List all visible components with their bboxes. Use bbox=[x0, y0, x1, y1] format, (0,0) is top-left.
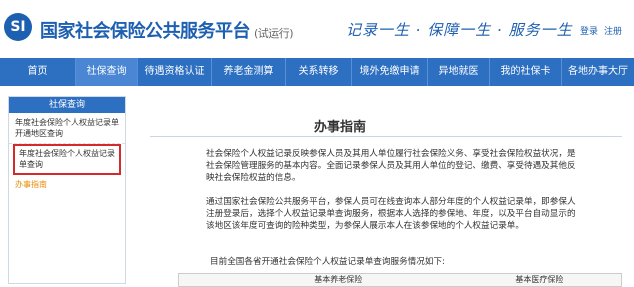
table-header: 基本养老保险 基本医疗保险 bbox=[178, 273, 622, 287]
table-header-cell bbox=[418, 274, 458, 286]
site-title-text: 国家社会保险公共服务平台 bbox=[40, 21, 251, 42]
nav-item-qualification[interactable]: 待遇资格认证 bbox=[138, 58, 212, 86]
site-header: SI 国家社会保险公共服务平台 (试运行) 记录一生 · 保障一生 · 服务一生 … bbox=[0, 0, 634, 58]
nav-item-service-hall[interactable]: 各地办事大厅 bbox=[562, 58, 634, 86]
nav-item-pension-calc[interactable]: 养老金测算 bbox=[212, 58, 286, 86]
trial-label: (试运行) bbox=[254, 27, 294, 40]
top-links: 登录 注册 bbox=[580, 24, 628, 37]
nav-item-overseas[interactable]: 境外免缴申请 bbox=[352, 58, 428, 86]
nav-item-transfer[interactable]: 关系转移 bbox=[286, 58, 352, 86]
paragraph-intro: 社会保险个人权益记录反映参保人员及其用人单位履行社会保险义务、享受社会保险权益状… bbox=[206, 149, 576, 183]
nav-item-social-query[interactable]: 社保查询 bbox=[76, 58, 138, 86]
table-header-cell bbox=[179, 274, 259, 286]
sidebar-item-record-query[interactable]: 年度社会保险个人权益记录单查询 bbox=[13, 144, 121, 175]
main-nav: 首页 社保查询 待遇资格认证 养老金测算 关系转移 境外免缴申请 异地就医 我的… bbox=[0, 58, 634, 86]
nav-item-my-card[interactable]: 我的社保卡 bbox=[490, 58, 562, 86]
table-header-pension: 基本养老保险 bbox=[314, 275, 363, 284]
sidebar-heading: 社保查询 bbox=[9, 97, 125, 113]
page-title: 办事指南 bbox=[314, 120, 367, 135]
register-link[interactable]: 注册 bbox=[604, 27, 622, 37]
sidebar-link-guide[interactable]: 办事指南 bbox=[9, 175, 125, 194]
login-link[interactable]: 登录 bbox=[580, 27, 598, 37]
slogan: 记录一生 · 保障一生 · 服务一生 bbox=[346, 21, 573, 39]
site-title: 国家社会保险公共服务平台 (试运行) bbox=[40, 17, 294, 43]
title-divider bbox=[150, 136, 622, 137]
sidebar: 社保查询 年度社会保险个人权益记录单开通地区查询 年度社会保险个人权益记录单查询… bbox=[8, 96, 126, 284]
table-header-medical: 基本医疗保险 bbox=[515, 275, 564, 284]
nav-item-home[interactable]: 首页 bbox=[0, 58, 76, 86]
logo-icon: SI bbox=[4, 13, 32, 41]
paragraph-platform: 通过国家社会保险公共服务平台，参保人员可在线查询本人部分年度的个人权益记录单，即… bbox=[206, 197, 576, 231]
main-content: 办事指南 社会保险个人权益记录反映参保人员及其用人单位履行社会保险义务、享受社会… bbox=[150, 96, 634, 287]
nav-item-medical[interactable]: 异地就医 bbox=[428, 58, 490, 86]
paragraph-status: 目前全国各省开通社会保险个人权益记录单查询服务情况如下: bbox=[210, 257, 445, 267]
sidebar-item-region-query[interactable]: 年度社会保险个人权益记录单开通地区查询 bbox=[9, 113, 125, 144]
